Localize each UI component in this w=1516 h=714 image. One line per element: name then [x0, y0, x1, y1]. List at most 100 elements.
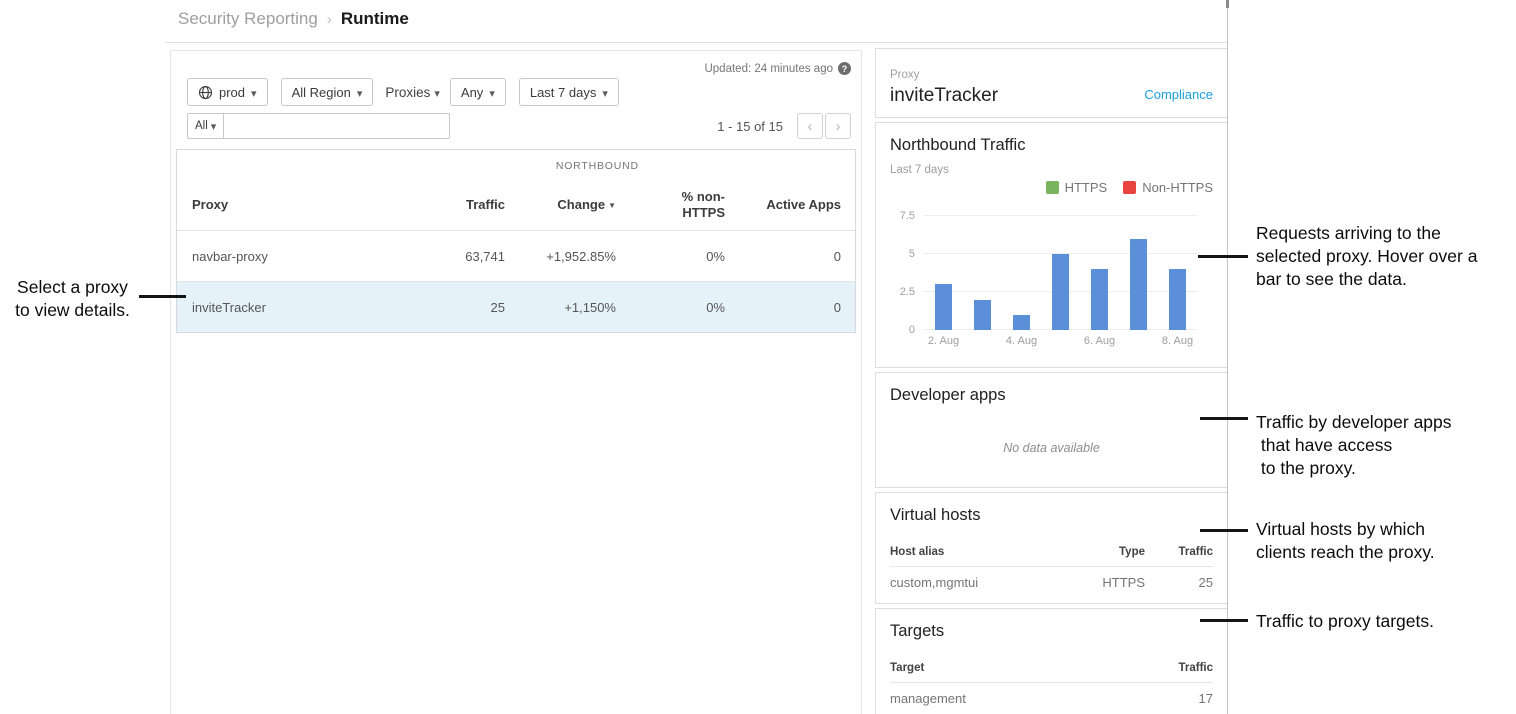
panel-right-border [1227, 0, 1228, 714]
search-row: All 1 - 15 of 15 ‹ › [187, 113, 851, 139]
x-tick-label: 4. Aug [1002, 335, 1041, 347]
chart-bar[interactable] [1130, 239, 1147, 330]
column-traffic[interactable]: Traffic [405, 197, 505, 213]
help-icon[interactable]: ? [838, 62, 851, 75]
chart-bar[interactable] [1091, 269, 1108, 330]
x-tick-label [1041, 335, 1080, 347]
caret-down-icon [434, 85, 440, 100]
proxy-list-panel: Updated: 24 minutes ago ? prod All Regio… [170, 50, 862, 714]
x-tick-label [1119, 335, 1158, 347]
cell-traffic: 63,741 [405, 249, 505, 264]
y-tick-label: 2.5 [900, 286, 915, 298]
developer-apps-card: Developer apps No data available [875, 372, 1227, 488]
caret-down-icon [489, 85, 495, 100]
annotation-connector-line [1200, 417, 1248, 420]
proxies-table: NORTHBOUND Proxy Traffic Change▼ % non- … [176, 149, 856, 333]
target-row[interactable]: management 17 [890, 683, 1213, 713]
chart-bar[interactable] [935, 284, 952, 330]
cell-non-https: 0% [616, 249, 725, 264]
search-input[interactable] [223, 113, 450, 139]
search-scope-dropdown[interactable]: All [187, 113, 223, 139]
non-https-swatch-icon [1123, 181, 1136, 194]
chart-bar[interactable] [1052, 254, 1069, 330]
entity-dropdown[interactable]: Proxies [385, 85, 440, 100]
cell-target: management [890, 691, 1133, 706]
caret-down-icon [357, 85, 363, 100]
cell-active-apps: 0 [725, 249, 841, 264]
annotation-select-proxy: Select a proxy to view details. [0, 276, 145, 322]
chevron-left-icon: ‹ [808, 118, 813, 135]
pagination: 1 - 15 of 15 ‹ › [717, 113, 851, 139]
x-tick-label: 6. Aug [1080, 335, 1119, 347]
chart-bar[interactable] [1169, 269, 1186, 330]
bar-slot [1041, 216, 1080, 330]
cell-change: +1,150% [505, 300, 616, 315]
table-header-row: Proxy Traffic Change▼ % non- HTTPS Activ… [177, 180, 855, 230]
selected-proxy-name: inviteTracker [890, 85, 998, 107]
bar-chart: 02.557.5 2. Aug4. Aug6. Aug8. Aug [924, 216, 1197, 347]
column-proxy[interactable]: Proxy [192, 197, 405, 213]
y-tick-label: 0 [909, 324, 915, 336]
column-active-apps[interactable]: Active Apps [725, 197, 841, 213]
cell-traffic: 25 [1145, 575, 1213, 590]
virtual-host-row[interactable]: custom,mgmtui HTTPS 25 [890, 567, 1213, 597]
legend-label: Non-HTTPS [1142, 180, 1213, 195]
table-row[interactable]: navbar-proxy 63,741 +1,952.85% 0% 0 [177, 230, 855, 281]
chart-bar[interactable] [1013, 315, 1030, 330]
column-change[interactable]: Change▼ [505, 197, 616, 213]
y-tick-label: 5 [909, 248, 915, 260]
breadcrumb-parent[interactable]: Security Reporting [178, 9, 318, 29]
breadcrumb-separator-icon: › [327, 11, 332, 28]
region-dropdown[interactable]: All Region [281, 78, 374, 106]
annotation-developer-apps: Traffic by developer apps that have acce… [1256, 411, 1516, 480]
annotation-connector-line [139, 295, 186, 298]
proxy-kicker: Proxy [890, 69, 998, 81]
bar-slot [1158, 216, 1197, 330]
page-title: Runtime [341, 9, 409, 29]
chevron-right-icon: › [836, 118, 841, 135]
pagination-next-button[interactable]: › [825, 113, 851, 139]
pagination-label: 1 - 15 of 15 [717, 119, 783, 134]
caret-down-icon [602, 85, 608, 100]
environment-dropdown[interactable]: prod [187, 78, 268, 106]
developer-apps-title: Developer apps [890, 373, 1213, 405]
pagination-prev-button[interactable]: ‹ [797, 113, 823, 139]
updated-text: Updated: 24 minutes ago [704, 63, 833, 75]
scrollbar-remnant [1226, 0, 1229, 8]
annotation-targets: Traffic to proxy targets. [1256, 610, 1516, 633]
table-group-header: NORTHBOUND [177, 150, 855, 180]
globe-icon [198, 85, 213, 100]
bar-slot [963, 216, 1002, 330]
y-tick-label: 7.5 [900, 210, 915, 222]
virtual-hosts-header-row: Host alias Type Traffic [890, 537, 1213, 567]
date-range-label: Last 7 days [530, 85, 597, 100]
any-label: Any [461, 85, 483, 100]
proxy-summary-card: Proxy inviteTracker Compliance [875, 48, 1227, 118]
search-scope-label: All [195, 120, 208, 132]
breadcrumb: Security Reporting › Runtime [178, 9, 409, 29]
compliance-link[interactable]: Compliance [1144, 87, 1213, 102]
header-divider [165, 42, 1227, 43]
column-non-https[interactable]: % non- HTTPS [616, 189, 725, 222]
cell-active-apps: 0 [725, 300, 841, 315]
targets-title: Targets [890, 609, 1213, 641]
column-target: Target [890, 662, 1133, 674]
region-label: All Region [292, 85, 351, 100]
any-dropdown[interactable]: Any [450, 78, 506, 106]
column-traffic: Traffic [1133, 662, 1213, 674]
table-row-selected[interactable]: inviteTracker 25 +1,150% 0% 0 [177, 281, 855, 332]
northbound-label: NORTHBOUND [556, 160, 639, 172]
cell-proxy: navbar-proxy [192, 249, 405, 264]
security-reporting-runtime-page: Security Reporting › Runtime Updated: 24… [0, 0, 1516, 714]
x-tick-label: 2. Aug [924, 335, 963, 347]
bar-slot [1002, 216, 1041, 330]
chart-legend: HTTPS Non-HTTPS [890, 179, 1213, 195]
column-traffic: Traffic [1145, 546, 1213, 558]
cell-traffic: 17 [1133, 691, 1213, 706]
virtual-hosts-title: Virtual hosts [890, 493, 1213, 525]
targets-card: Targets Target Traffic management 17 [875, 608, 1227, 714]
date-range-dropdown[interactable]: Last 7 days [519, 78, 619, 106]
chart-bar[interactable] [974, 300, 991, 330]
chart-bars [924, 216, 1197, 330]
bar-slot [1080, 216, 1119, 330]
